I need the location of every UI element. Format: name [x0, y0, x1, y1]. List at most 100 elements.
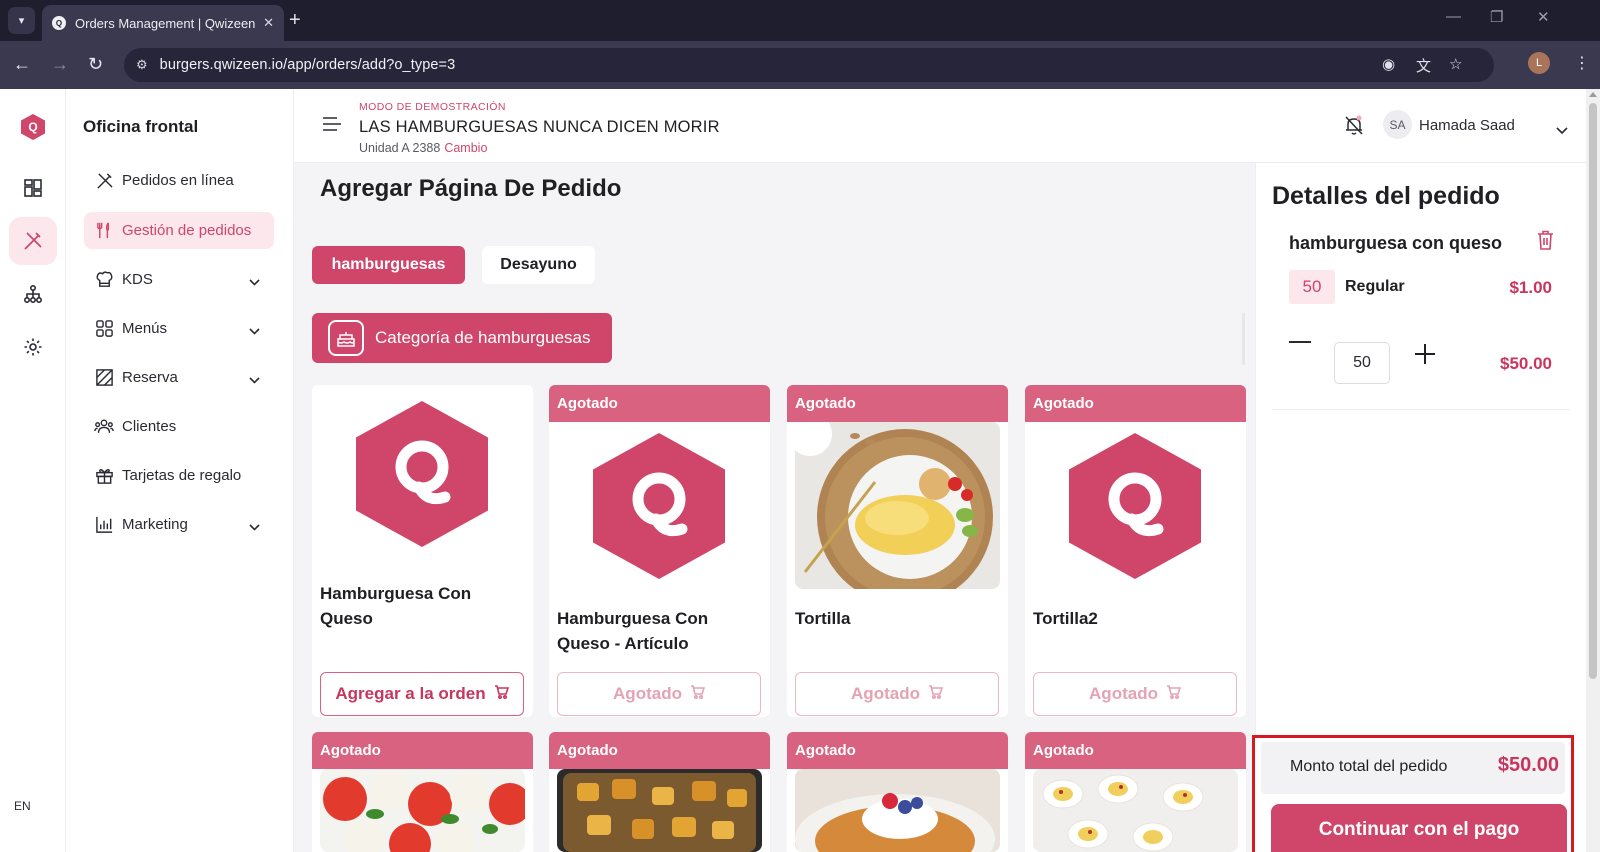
browser-tab-strip: ▾ Q Orders Management | Qwizeen ✕ + — ❐ … [0, 0, 1600, 41]
notifications-off-icon[interactable] [1344, 115, 1364, 141]
scroll-up-arrow-icon[interactable] [1589, 92, 1597, 97]
sidebar-item-label: KDS [122, 271, 153, 288]
tab-hamburguesas[interactable]: hamburguesas [312, 246, 465, 284]
product-card[interactable]: Agotado Tortilla Agotado [787, 385, 1008, 717]
order-total-label: Monto total del pedido [1290, 758, 1448, 775]
sidebar-item-customers[interactable]: Clientes [84, 408, 274, 445]
tab-search-button[interactable]: ▾ [8, 7, 35, 34]
sold-out-button[interactable]: Agotado [1033, 672, 1237, 716]
translate-icon[interactable]: 文 [1416, 55, 1431, 76]
trash-icon[interactable] [1537, 230, 1554, 255]
product-card[interactable]: Agotado [549, 732, 770, 852]
qwizeen-logo-icon [593, 433, 725, 579]
sidebar-item-label: Clientes [122, 418, 177, 435]
sold-out-badge: Agotado [787, 385, 1008, 422]
increase-quantity-button[interactable] [1414, 343, 1436, 370]
product-card[interactable]: Agotado [787, 732, 1008, 852]
product-name: Tortilla [795, 609, 851, 628]
reload-button[interactable]: ↻ [88, 53, 103, 75]
chevron-down-icon[interactable] [1556, 122, 1568, 140]
orders-utensils-icon[interactable] [9, 217, 57, 265]
sold-out-badge: Agotado [549, 385, 770, 422]
caprese-salad-image [320, 769, 525, 852]
quantity-input[interactable]: 50 [1334, 342, 1390, 384]
browser-menu-icon[interactable]: ⋮ [1574, 53, 1590, 73]
side-menu: Oficina frontal Pedidos en línea Gestión… [66, 89, 294, 852]
icon-rail: Q EN [0, 89, 66, 852]
hierarchy-icon[interactable] [9, 270, 57, 318]
line-total: $50.00 [1500, 354, 1552, 373]
sold-out-button[interactable]: Agotado [795, 672, 999, 716]
cart-icon [690, 684, 706, 704]
cart-icon [1166, 684, 1182, 704]
browser-tab[interactable]: Q Orders Management | Qwizeen ✕ [42, 5, 284, 41]
tab-close-icon[interactable]: ✕ [263, 15, 274, 31]
product-card[interactable]: Agotado Tortilla2 Agotado [1025, 385, 1246, 717]
divider [1272, 409, 1570, 410]
app-header: MODO DE DEMOSTRACIÓN LAS HAMBURGUESAS NU… [294, 89, 1586, 163]
product-name: Hamburguesa Con Queso - Artículo [557, 609, 709, 653]
url-text: burgers.qwizeen.io/app/orders/add?o_type… [159, 57, 456, 73]
product-card[interactable]: Hamburguesa Con Queso Agregar a la orden [312, 385, 533, 717]
page-scrollbar[interactable] [1586, 89, 1600, 852]
tab-desayuno[interactable]: Desayuno [482, 246, 595, 284]
address-bar[interactable]: ⚙ burgers.qwizeen.io/app/orders/add?o_ty… [124, 48, 1494, 82]
unit-line: Unidad A 2388 Cambio [359, 141, 487, 155]
omelette-image [795, 422, 1000, 589]
product-name: Tortilla2 [1033, 609, 1098, 628]
restore-button[interactable]: ❐ [1490, 8, 1503, 26]
button-label: Agotado [613, 684, 682, 703]
user-name[interactable]: Hamada Saad [1419, 117, 1515, 134]
qwizeen-logo-icon [1069, 433, 1201, 579]
tracking-off-icon[interactable]: ◉ [1382, 55, 1395, 73]
roasted-potatoes-image [557, 769, 762, 852]
chef-hat-icon [94, 270, 114, 290]
sidebar-item-order-management[interactable]: Gestión de pedidos [84, 212, 274, 249]
sidebar-item-label: Pedidos en línea [122, 172, 234, 189]
unit-name: Unidad A 2388 [359, 141, 441, 155]
site-info-icon[interactable]: ⚙ [136, 57, 148, 73]
settings-gear-icon[interactable] [9, 323, 57, 371]
back-button[interactable]: ← [13, 53, 31, 75]
bookmark-star-icon[interactable]: ☆ [1449, 55, 1462, 73]
continue-to-payment-button[interactable]: Continuar con el pago [1271, 804, 1567, 852]
deviled-eggs-image [1033, 769, 1238, 852]
sidebar-item-label: Reserva [122, 369, 178, 386]
order-total-value: $50.00 [1497, 754, 1559, 776]
utensils-icon [94, 171, 114, 191]
qwizeen-logo-icon [356, 401, 488, 547]
decrease-quantity-button[interactable] [1289, 341, 1311, 343]
sold-out-button[interactable]: Agotado [557, 672, 761, 716]
button-label: Agregar a la orden [335, 684, 486, 703]
minimize-button[interactable]: — [1446, 8, 1461, 25]
forward-button[interactable]: → [51, 53, 69, 75]
scroll-thumb[interactable] [1589, 103, 1597, 679]
sold-out-badge: Agotado [312, 732, 533, 769]
sidebar-item-marketing[interactable]: Marketing [84, 506, 274, 543]
user-avatar[interactable]: SA [1383, 110, 1412, 139]
sidebar-item-kds[interactable]: KDS [84, 261, 274, 298]
product-card[interactable]: Agotado [312, 732, 533, 852]
close-window-button[interactable]: ✕ [1537, 8, 1550, 26]
product-card[interactable]: Agotado Hamburguesa Con Queso - Artículo… [549, 385, 770, 717]
chevron-down-icon [249, 371, 260, 388]
add-to-order-button[interactable]: Agregar a la orden [320, 672, 524, 716]
profile-avatar[interactable]: L [1528, 52, 1550, 74]
category-button[interactable]: Categoría de hamburguesas [312, 313, 612, 363]
menu-title: Oficina frontal [83, 117, 199, 136]
favicon-icon: Q [52, 16, 66, 30]
new-tab-button[interactable]: + [289, 8, 301, 32]
sidebar-item-reservation[interactable]: Reserva [84, 359, 274, 396]
dashboard-icon[interactable] [9, 164, 57, 212]
brand-logo-icon[interactable]: Q [21, 114, 45, 140]
language-toggle[interactable]: EN [14, 799, 31, 813]
chevron-down-icon [249, 273, 260, 290]
sidebar-item-gift-cards[interactable]: Tarjetas de regalo [84, 457, 274, 494]
sidebar-item-menus[interactable]: Menús [84, 310, 274, 347]
sold-out-badge: Agotado [1025, 732, 1246, 769]
change-unit-link[interactable]: Cambio [444, 141, 487, 155]
sold-out-badge: Agotado [1025, 385, 1246, 422]
sidebar-item-online-orders[interactable]: Pedidos en línea [84, 162, 274, 199]
hamburger-menu-icon[interactable] [322, 116, 342, 137]
product-card[interactable]: Agotado [1025, 732, 1246, 852]
